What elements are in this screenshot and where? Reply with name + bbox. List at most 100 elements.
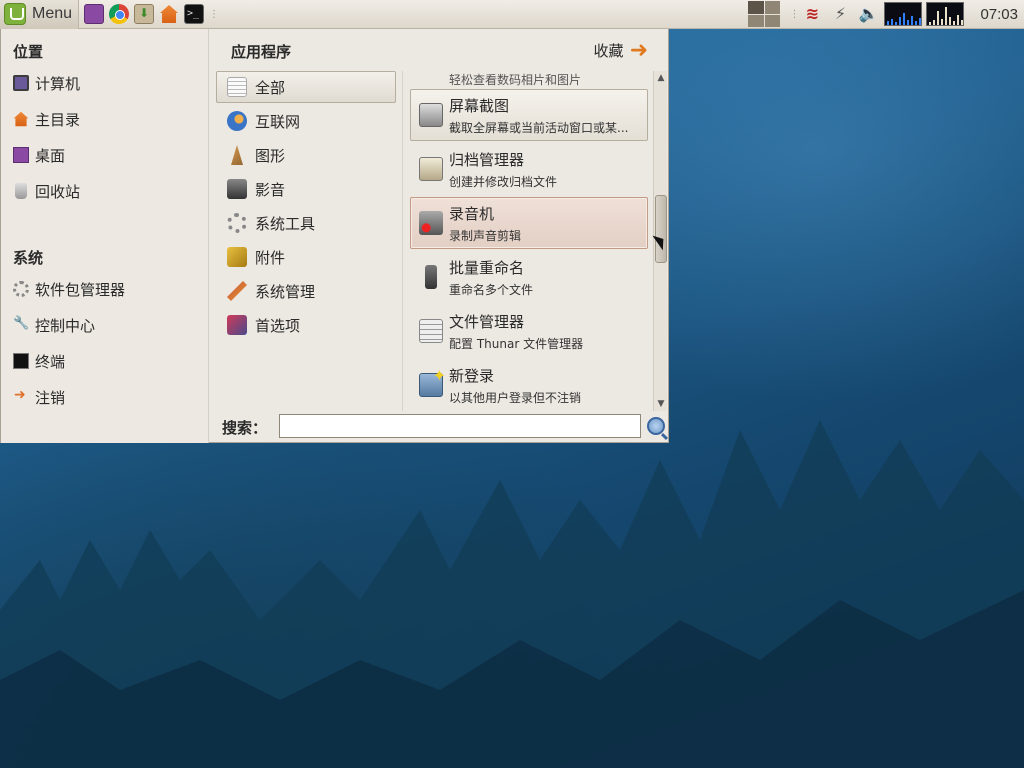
category-label: 附件 [255, 248, 286, 267]
app-item-description: 创建并修改归档文件 [449, 174, 558, 189]
favorites-label: 收藏 [593, 42, 624, 60]
app-item-name: 新登录 [449, 366, 495, 385]
app-item-description: 截取全屏幕或当前活动窗口或某... [449, 120, 629, 135]
system-item-logout[interactable]: 注销 [13, 385, 203, 409]
computer-icon [13, 75, 29, 91]
app-item-screenshot[interactable]: 屏幕截图 截取全屏幕或当前活动窗口或某... [410, 89, 648, 141]
applications-pane: 应用程序 收藏 ➜ 全部 互联网 图形 影音 系统工具 附件 系统管理 首选项 … [210, 29, 670, 443]
menu-label: Menu [32, 5, 73, 22]
category-list: 全部 互联网 图形 影音 系统工具 附件 系统管理 首选项 [216, 71, 396, 343]
administration-icon [227, 281, 247, 301]
terminal-icon[interactable]: >_ [184, 4, 205, 24]
application-list: 轻松查看数码相片和图片 屏幕截图 截取全屏幕或当前活动窗口或某... 归档管理器… [402, 71, 650, 411]
app-item-new-login[interactable]: 新登录 以其他用户登录但不注销 [410, 359, 648, 411]
desktop-icon[interactable] [84, 4, 105, 24]
menu-button[interactable]: Menu [0, 0, 80, 29]
system-item-label: 终端 [35, 352, 66, 371]
app-item-file-manager[interactable]: 文件管理器 配置 Thunar 文件管理器 [410, 305, 648, 357]
download-icon[interactable] [134, 4, 155, 24]
category-label: 系统管理 [255, 282, 316, 301]
separator-icon: ⋮ [209, 8, 219, 20]
archive-icon [419, 157, 443, 181]
place-item-trash[interactable]: 回收站 [13, 179, 203, 203]
category-label: 图形 [255, 146, 286, 165]
gear-icon [13, 281, 29, 297]
network-icon[interactable]: ≋ [802, 4, 822, 24]
app-item-description: 录制声音剪辑 [449, 228, 522, 243]
place-item-computer[interactable]: 计算机 [13, 71, 203, 95]
microphone-icon [419, 211, 443, 235]
category-administration[interactable]: 系统管理 [216, 275, 396, 307]
file-manager-icon [419, 319, 443, 343]
globe-icon [227, 111, 247, 131]
app-item-name: 归档管理器 [449, 150, 525, 169]
arrow-right-icon: ➜ [629, 37, 648, 63]
app-item-description: 以其他用户登录但不注销 [449, 390, 582, 405]
category-internet[interactable]: 互联网 [216, 105, 396, 137]
usb-icon[interactable]: ⚡ [830, 4, 850, 24]
app-item-sound-recorder[interactable]: 录音机 录制声音剪辑 [410, 197, 648, 249]
graphics-icon [231, 145, 243, 165]
app-item-description: 配置 Thunar 文件管理器 [449, 336, 584, 351]
category-label: 系统工具 [255, 214, 316, 233]
app-item-name: 屏幕截图 [449, 96, 510, 115]
memory-monitor-icon[interactable] [926, 2, 965, 26]
system-item-control-center[interactable]: 控制中心 [13, 313, 203, 337]
clock[interactable]: 07:03 [980, 6, 1018, 23]
favorites-button[interactable]: 收藏 ➜ [593, 37, 648, 63]
system-item-label: 控制中心 [35, 316, 96, 335]
category-graphics[interactable]: 图形 [216, 139, 396, 171]
desktop-icon [13, 147, 29, 163]
category-all[interactable]: 全部 [216, 71, 396, 103]
app-item-image-viewer[interactable]: 轻松查看数码相片和图片 [410, 71, 648, 89]
screenshot-icon [419, 103, 443, 127]
volume-icon[interactable]: 🔈 [858, 4, 878, 24]
app-item-description: 轻松查看数码相片和图片 [449, 73, 582, 87]
scrollbar-thumb[interactable] [655, 195, 667, 263]
place-item-label: 计算机 [35, 74, 81, 93]
trash-icon [15, 183, 27, 199]
cpu-monitor-icon[interactable] [884, 2, 923, 26]
places-pane: 位置 计算机 主目录 桌面 回收站 系统 软件包管理器 控制中心 终端 [1, 29, 209, 443]
system-title: 系统 [13, 249, 44, 267]
search-input[interactable] [279, 414, 641, 438]
place-item-label: 桌面 [35, 146, 66, 165]
system-item-label: 软件包管理器 [35, 280, 126, 299]
category-label: 首选项 [255, 316, 301, 335]
category-multimedia[interactable]: 影音 [216, 173, 396, 205]
accessories-icon [227, 247, 247, 267]
app-item-bulk-rename[interactable]: 批量重命名 重命名多个文件 [410, 251, 648, 303]
tools-icon [13, 317, 29, 333]
app-item-name: 录音机 [449, 204, 495, 223]
app-item-name: 文件管理器 [449, 312, 525, 331]
category-label: 互联网 [255, 112, 301, 131]
category-accessories[interactable]: 附件 [216, 241, 396, 273]
app-item-archive-manager[interactable]: 归档管理器 创建并修改归档文件 [410, 143, 648, 195]
chrome-icon[interactable] [109, 4, 130, 24]
search-label: 搜索： [222, 419, 268, 437]
system-tools-icon [227, 213, 247, 233]
app-item-description: 重命名多个文件 [449, 282, 534, 297]
rename-icon [425, 265, 437, 289]
terminal-icon [13, 353, 29, 369]
workspace-switcher-icon[interactable] [748, 1, 781, 27]
category-label: 影音 [255, 180, 286, 199]
places-title: 位置 [13, 43, 44, 61]
applications-title: 应用程序 [231, 43, 292, 61]
multimedia-icon [227, 179, 247, 199]
search-icon[interactable] [647, 417, 665, 435]
chevron-up-icon[interactable]: ▲ [654, 71, 668, 85]
system-tray: ⋮ ≋ ⚡ 🔈 07:03 [748, 0, 1024, 29]
top-panel: Menu >_ ⋮ ⋮ ≋ ⚡ 🔈 07:03 [0, 0, 1024, 29]
category-preferences[interactable]: 首选项 [216, 309, 396, 341]
system-item-package-manager[interactable]: 软件包管理器 [13, 277, 203, 301]
chevron-down-icon[interactable]: ▼ [654, 397, 668, 411]
category-system-tools[interactable]: 系统工具 [216, 207, 396, 239]
home-folder-icon[interactable] [160, 5, 179, 23]
preferences-icon [227, 315, 247, 335]
document-icon [227, 77, 247, 97]
system-item-label: 注销 [35, 388, 66, 407]
place-item-home[interactable]: 主目录 [13, 107, 203, 131]
system-item-terminal[interactable]: 终端 [13, 349, 203, 373]
place-item-desktop[interactable]: 桌面 [13, 143, 203, 167]
